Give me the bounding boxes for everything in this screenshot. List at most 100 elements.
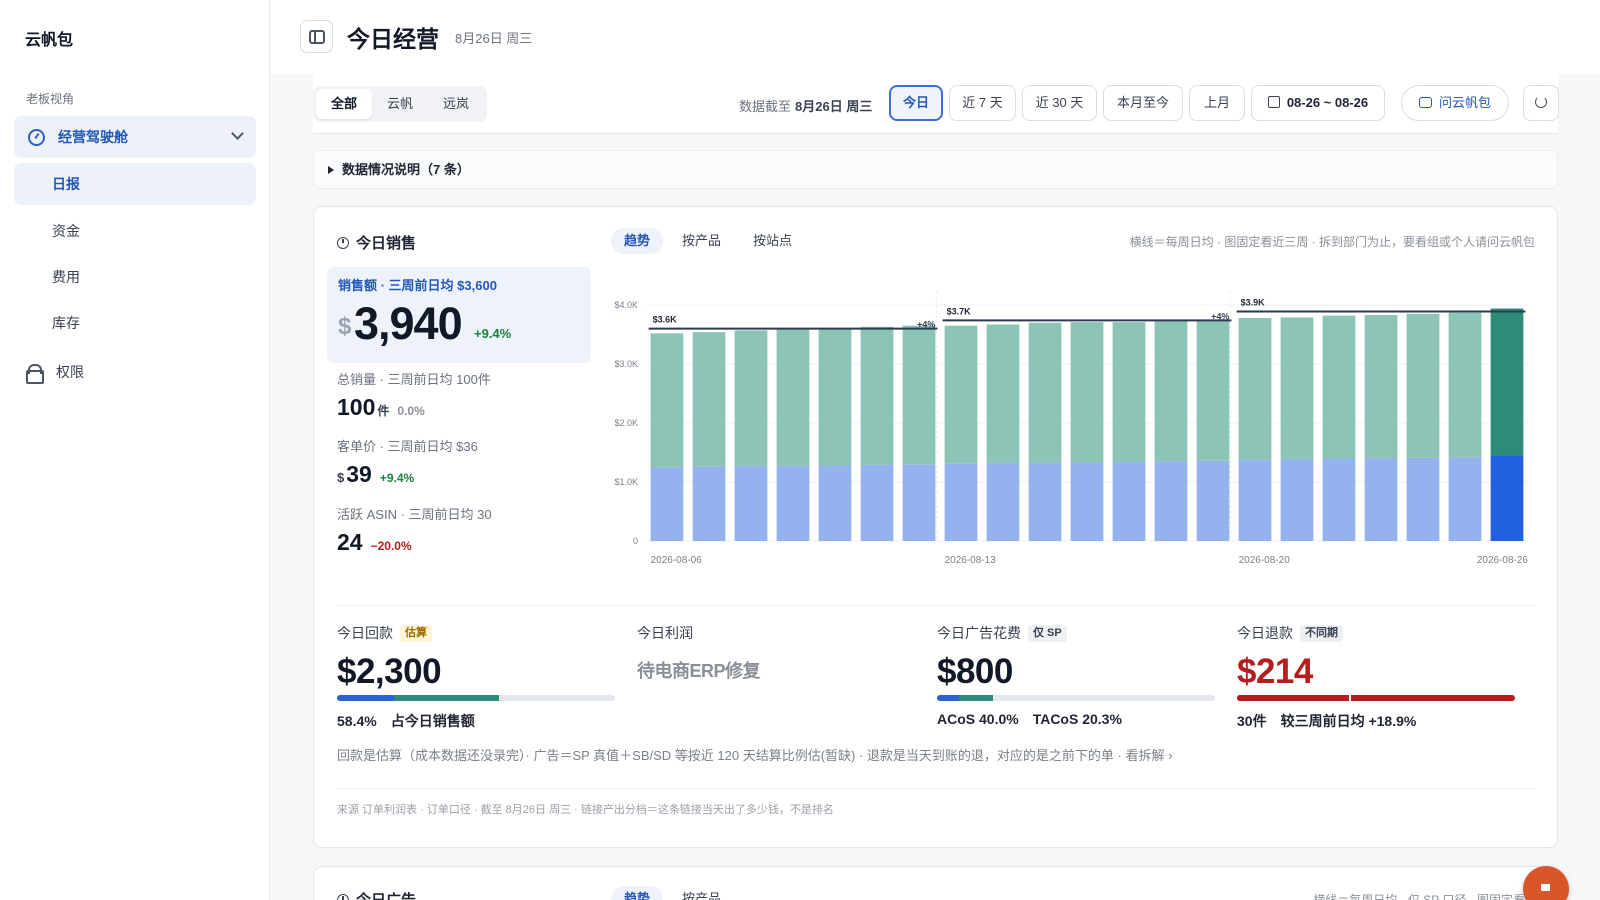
- tab-trend[interactable]: 趋势: [611, 228, 664, 254]
- ad-bar-segment-b: [959, 695, 993, 701]
- sidebar: 云帆包 老板视角 经营驾驶舱 日报 资金 费用 库存 权限: [0, 0, 270, 900]
- bar-top-segment: [1238, 317, 1272, 461]
- bar-top-segment: [1154, 320, 1188, 462]
- tab-by-site[interactable]: 按站点: [740, 228, 805, 254]
- page-title: 今日经营: [347, 26, 439, 52]
- data-source-note: 来源 订单利润表 · 订单口径 · 截至 8月26日 周三 · 链接产出分档＝这…: [337, 804, 834, 816]
- refund-foot: 30件 较三周前日均 +18.9%: [1237, 711, 1430, 731]
- bar-top-segment: [1112, 322, 1146, 462]
- sidebar-group-cockpit[interactable]: 经营驾驶舱: [14, 116, 256, 158]
- bar-top-segment: [1196, 320, 1230, 461]
- range-7d-button[interactable]: 近 7 天: [949, 85, 1016, 121]
- sidebar-item-expenses[interactable]: 费用: [14, 256, 256, 298]
- ask-assistant-button[interactable]: 问云帆包: [1401, 85, 1509, 121]
- data-notes-disclosure[interactable]: 数据情况说明（7 条）: [313, 150, 1558, 189]
- y-tick-label: $3.0K: [614, 359, 638, 369]
- bar-bottom-segment: [692, 466, 726, 541]
- sp-only-badge: 仅 SP: [1028, 624, 1067, 642]
- sidebar-item-inventory[interactable]: 库存: [14, 302, 256, 344]
- kpi-units-unit: 件: [377, 404, 390, 418]
- bar-top-segment: [776, 329, 810, 467]
- divider: [337, 605, 1535, 606]
- segment-yunfan[interactable]: 云帆: [372, 89, 428, 119]
- sidebar-toggle-button[interactable]: [300, 20, 333, 53]
- payout-progress-bar: [337, 695, 615, 701]
- bar-top-segment: [1028, 322, 1062, 464]
- bar-top-segment: [692, 332, 726, 467]
- bar-bottom-segment: [1028, 463, 1062, 541]
- sidebar-item-funds[interactable]: 资金: [14, 210, 256, 252]
- sidebar-section-label: 老板视角: [26, 92, 75, 106]
- brand-logo[interactable]: 云帆包: [25, 26, 73, 50]
- y-tick-label: $1.0K: [614, 477, 638, 487]
- segment-yuanlan[interactable]: 远岚: [428, 89, 484, 119]
- bar-bottom-segment: [1070, 462, 1104, 541]
- range-today-button[interactable]: 今日: [889, 85, 943, 121]
- weekly-change-label: +4%: [917, 320, 935, 330]
- breakdown-note-link[interactable]: 回款是估算（成本数据还没录完）· 广告＝SP 真值＋SB/SD 等按近 120 …: [337, 745, 1172, 764]
- bar-bottom-segment: [902, 464, 936, 541]
- kpi-revenue-label: 销售额 · 三周前日均 $3,600: [338, 278, 497, 293]
- page-header: 今日经营 8月26日 周三: [270, 0, 1600, 74]
- stat-payout-value: $2,300: [337, 652, 442, 691]
- sales-trend-chart[interactable]: $4.0K $3.0K $2.0K $1.0K 0 $3.6K +4% $3.7K +4% $3.…: [604, 291, 1534, 591]
- bar-bottom-segment: [650, 467, 684, 541]
- tab-by-product[interactable]: 按产品: [669, 228, 734, 254]
- bar-top-segment: [1280, 317, 1314, 460]
- stat-payout[interactable]: 今日回款 估算 $2,300: [337, 623, 627, 692]
- bar-top-segment: [1070, 322, 1104, 463]
- kpi-units[interactable]: 总销量 · 三周前日均 100件 100 件 0.0%: [337, 369, 491, 421]
- kpi-asin-change: −20.0%: [370, 539, 412, 553]
- ad-card: 今日广告 趋势 按产品 横线＝每周日均 · 仅 SP 口径 · 图固定看近三: [313, 866, 1558, 900]
- sidebar-item-permissions[interactable]: 权限: [26, 362, 84, 384]
- x-tick-label: 2026-08-13: [945, 555, 997, 566]
- segment-all[interactable]: 全部: [316, 89, 373, 119]
- kpi-active-asin[interactable]: 活跃 ASIN · 三周前日均 30 24 −20.0%: [337, 504, 492, 556]
- kpi-revenue[interactable]: 销售额 · 三周前日均 $3,600 $ 3,940 +9.4%: [327, 267, 591, 363]
- ad-foot: ACoS 40.0% TACoS 20.3%: [937, 711, 1136, 727]
- stat-profit[interactable]: 今日利润 待电商ERP修复: [637, 623, 927, 683]
- weekly-change-label: +4%: [1211, 311, 1229, 321]
- chevron-down-icon[interactable]: [231, 127, 244, 140]
- date-range-value: 08-26 ~ 08-26: [1286, 95, 1369, 110]
- date-range-picker[interactable]: 08-26 ~ 08-26: [1251, 85, 1385, 121]
- scrollbar-track[interactable]: [1583, 74, 1600, 900]
- bar-bottom-segment: [734, 466, 768, 541]
- bar-bottom-segment: [1196, 460, 1230, 541]
- asof-date: 8月26日 周三: [795, 99, 873, 114]
- refund-bar-segment: [1237, 695, 1351, 701]
- bar-bottom-segment: [1280, 459, 1314, 541]
- y-tick-label: $4.0K: [614, 300, 638, 310]
- range-last-month-button[interactable]: 上月: [1189, 85, 1245, 121]
- clock-icon: [337, 236, 349, 249]
- tab-by-product[interactable]: 按产品: [669, 886, 734, 900]
- range-30d-button[interactable]: 近 30 天: [1022, 85, 1097, 121]
- stat-payout-label: 今日回款: [337, 625, 393, 641]
- sidebar-item-daily[interactable]: 日报: [14, 163, 256, 205]
- assistant-fab-button[interactable]: [1523, 866, 1569, 900]
- stat-refunds[interactable]: 今日退款 不同期 $214: [1237, 623, 1527, 692]
- ad-spend-progress-bar: [937, 695, 1215, 701]
- bar-bottom-segment: [1490, 455, 1524, 541]
- bar-top-segment: [1322, 315, 1356, 459]
- bar-bottom-segment: [818, 465, 852, 541]
- chat-icon: [1418, 97, 1432, 108]
- bar-top-segment: [1448, 312, 1482, 458]
- kpi-aov[interactable]: 客单价 · 三周前日均 $36 $ 39 +9.4%: [337, 436, 478, 488]
- bar-top-segment: [734, 330, 768, 467]
- data-notes-label: 数据情况说明（7 条）: [342, 162, 470, 177]
- x-tick-label: 2026-08-20: [1239, 555, 1291, 566]
- stat-ad-spend[interactable]: 今日广告花费仅 SP $800: [937, 623, 1227, 692]
- filter-toolbar: 全部 云帆 远岚 数据截至 8月26日 周三 今日 近 7 天 近 30 天 本月…: [313, 74, 1559, 134]
- tacos-value: TACoS 20.3%: [1032, 711, 1122, 727]
- lock-icon: [26, 364, 44, 384]
- bar-bottom-segment: [1364, 458, 1398, 541]
- stat-profit-value: 待电商ERP修复: [637, 661, 761, 681]
- kpi-units-label: 总销量 · 三周前日均 100件: [337, 372, 491, 387]
- payout-share: 58.4%: [337, 713, 377, 729]
- bar-top-segment: [650, 333, 684, 468]
- tab-trend[interactable]: 趋势: [611, 886, 664, 900]
- refresh-button[interactable]: [1523, 85, 1559, 121]
- range-mtd-button[interactable]: 本月至今: [1103, 85, 1183, 121]
- weekly-average-label: $3.6K: [653, 315, 678, 325]
